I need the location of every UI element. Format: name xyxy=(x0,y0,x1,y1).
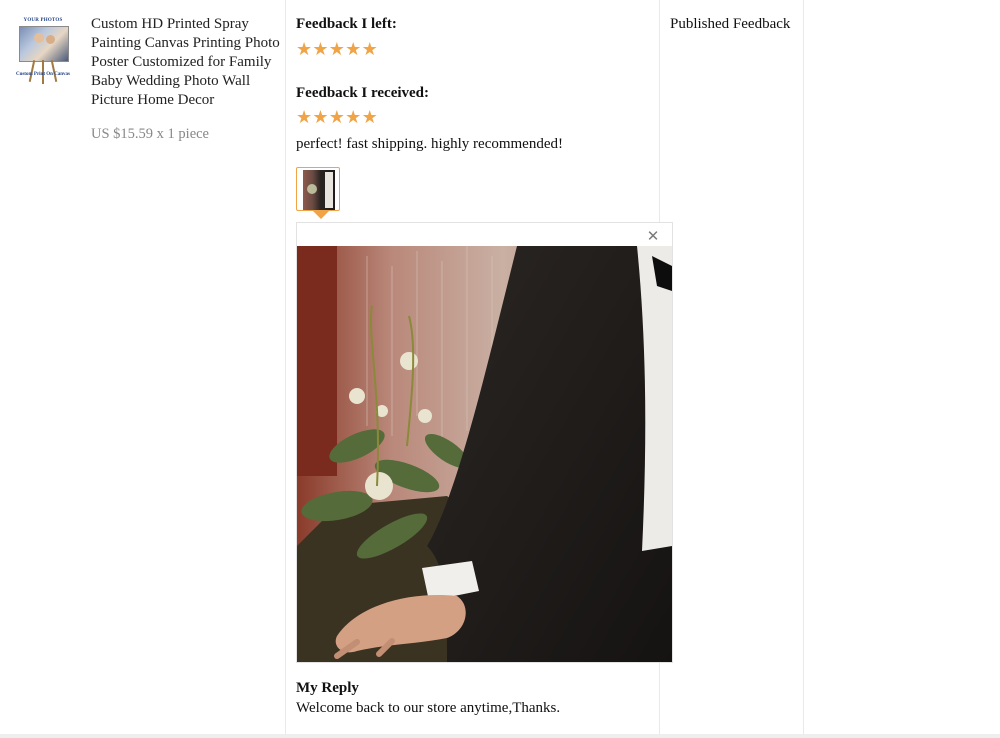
star-icon: ★ xyxy=(296,107,313,127)
star-icon: ★ xyxy=(328,39,345,59)
published-feedback-status: Published Feedback xyxy=(670,16,791,32)
star-icon: ★ xyxy=(345,39,362,59)
my-reply-text: Welcome back to our store anytime,Thanks… xyxy=(296,700,561,716)
star-icon: ★ xyxy=(312,39,329,59)
feedback-received-label: Feedback I received: xyxy=(296,85,430,101)
feedback-received-rating: ★ ★ ★ ★ ★ xyxy=(296,108,378,126)
feedback-left-rating: ★ ★ ★ ★ ★ xyxy=(296,40,378,58)
thumbnail-photo xyxy=(19,26,69,62)
product-title-link[interactable]: Custom HD Printed Spray Painting Canvas … xyxy=(91,15,281,110)
selected-pointer-icon xyxy=(313,211,329,219)
feedback-left-label: Feedback I left: xyxy=(296,16,397,32)
easel-leg xyxy=(50,60,58,82)
column-divider xyxy=(803,0,804,738)
row-divider xyxy=(0,734,1000,738)
close-icon[interactable]: ✕ xyxy=(646,228,660,244)
star-icon: ★ xyxy=(345,107,362,127)
thumbnail-bottom-caption: Custom Print On Canvas xyxy=(15,72,71,77)
feedback-photo-large xyxy=(297,246,672,662)
my-reply-label: My Reply xyxy=(296,680,359,696)
feedback-received-text: perfect! fast shipping. highly recommend… xyxy=(296,136,563,152)
feedback-photo-thumbnail[interactable] xyxy=(296,167,340,211)
product-price: US $15.59 x 1 piece xyxy=(91,126,209,142)
star-icon: ★ xyxy=(361,39,378,59)
thumbnail-top-caption: YOUR PHOTOS xyxy=(23,18,63,23)
star-icon: ★ xyxy=(296,39,313,59)
feedback-photo-thumbnail-image xyxy=(303,170,335,210)
star-icon: ★ xyxy=(361,107,378,127)
column-divider xyxy=(285,0,286,738)
product-thumbnail[interactable]: YOUR PHOTOS Custom Print On Canvas xyxy=(12,16,74,86)
star-icon: ★ xyxy=(312,107,329,127)
star-icon: ★ xyxy=(328,107,345,127)
easel-leg xyxy=(28,60,36,82)
